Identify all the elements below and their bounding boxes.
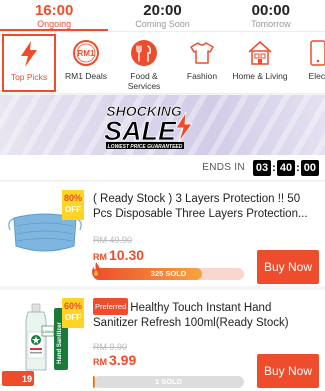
house-icon	[243, 36, 277, 70]
time-label: 20:00	[143, 2, 182, 19]
time-label: 00:00	[251, 2, 290, 19]
ends-in-label: ENDS IN	[202, 162, 245, 173]
category-food-services[interactable]: Food & Services	[115, 32, 173, 93]
product-card[interactable]: 80% OFF ( Ready Stock ) 3 Layers Protect…	[0, 182, 325, 286]
time-label: 16:00	[34, 2, 74, 19]
product-title[interactable]: ( Ready Stock ) 3 Layers Protection !! 5…	[93, 192, 319, 222]
category-label: Fashion	[186, 71, 218, 81]
time-tab-2000[interactable]: 20:00 Coming Soon	[108, 0, 216, 31]
shirt-icon	[185, 36, 219, 70]
sold-count: 325 SOLD	[150, 269, 187, 278]
time-tab-1600[interactable]: 16:00 Ongoing	[0, 0, 109, 31]
discount-badge: 80% OFF	[62, 190, 84, 220]
countdown-minutes: 40	[276, 159, 296, 176]
category-electronics[interactable]: Elect	[289, 32, 325, 93]
original-price: RM 9.90	[93, 342, 128, 352]
category-top-picks[interactable]: Top Picks	[2, 34, 56, 92]
category-label: RM1 Deals	[64, 71, 108, 81]
flash-icon	[12, 37, 46, 71]
time-status: Tomorrow	[251, 19, 291, 29]
time-slot-tabs: 16:00 Ongoing 20:00 Coming Soon 00:00 To…	[0, 0, 325, 32]
sold-progress-bar: 325 SOLD	[92, 262, 244, 280]
banner-line2: SALE	[104, 116, 177, 146]
time-status: Ongoing	[37, 19, 72, 29]
event-badge[interactable]: 19	[2, 371, 34, 386]
category-label: Home & Living	[232, 71, 288, 81]
shocking-sale-logo: SHOCKING SALE LOWEST PRICE GUARANTEED	[104, 103, 193, 150]
shocking-sale-banner: SHOCKING SALE LOWEST PRICE GUARANTEED	[0, 95, 325, 155]
original-price: RM 49.90	[93, 235, 133, 245]
category-label: Top Picks	[10, 72, 48, 82]
product-image-hand-sanitizer[interactable]: Hand Sanitizer 100ml 60% OFF	[6, 298, 84, 376]
svg-text:100ml: 100ml	[43, 329, 54, 334]
category-bar: Top Picks RM1 RM1 Deals Food & Services	[0, 32, 325, 94]
buy-now-button[interactable]: Buy Now	[257, 354, 319, 388]
discount-badge: 60% OFF	[62, 298, 84, 328]
sold-progress-bar: 1 SOLD	[93, 376, 244, 388]
countdown-seconds: 00	[300, 159, 319, 176]
preferred-badge: Preferred	[93, 298, 129, 315]
discount-off: OFF	[65, 313, 81, 322]
event-badge-number: 19	[21, 373, 32, 384]
rm1-icon: RM1	[69, 36, 103, 70]
product-card[interactable]: Hand Sanitizer 100ml 60% OFF Preferred He…	[0, 290, 325, 391]
buy-now-button[interactable]: Buy Now	[257, 250, 319, 284]
discount-percent: 60%	[63, 301, 82, 311]
flash-price: RM 3.99	[93, 352, 137, 368]
product-title[interactable]: Preferred Healthy Touch Instant Hand Sani…	[93, 298, 319, 331]
time-tab-0000[interactable]: 00:00 Tomorrow	[217, 0, 325, 31]
discount-percent: 80%	[63, 193, 82, 203]
product-image-face-mask[interactable]: 80% OFF	[6, 190, 84, 268]
time-status: Coming Soon	[135, 19, 190, 29]
sold-count: 1 SOLD	[154, 377, 183, 386]
category-rm1-deals[interactable]: RM1 RM1 Deals	[57, 32, 115, 93]
svg-text:RM1: RM1	[78, 49, 95, 58]
electronics-icon	[301, 36, 325, 70]
category-home-living[interactable]: Home & Living	[231, 32, 289, 93]
category-label: Food & Services	[127, 71, 161, 91]
category-label: Elect	[308, 71, 325, 81]
category-fashion[interactable]: Fashion	[173, 32, 231, 93]
countdown-row: ENDS IN 03 : 40 : 00	[0, 155, 325, 181]
discount-off: OFF	[65, 205, 81, 214]
banner-tagline: LOWEST PRICE GUARANTEED	[108, 144, 183, 150]
food-icon	[127, 36, 161, 70]
countdown-hours: 03	[252, 159, 272, 176]
